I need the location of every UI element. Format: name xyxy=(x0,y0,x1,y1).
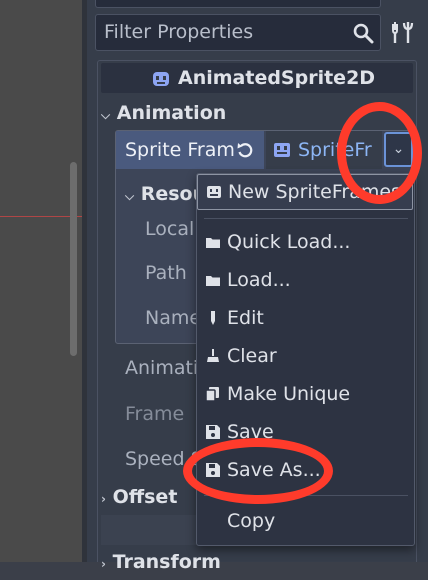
search-icon[interactable] xyxy=(352,22,374,44)
revert-icon[interactable] xyxy=(236,141,254,159)
menu-item-load[interactable]: Load... xyxy=(197,261,413,299)
menu-item-label: Make Unique xyxy=(227,383,351,405)
sprite-frames-label: Sprite Fram xyxy=(125,139,235,161)
chevron-right-icon: › xyxy=(101,557,106,571)
menu-separator xyxy=(204,218,408,219)
inspector-top-field[interactable] xyxy=(95,0,381,8)
menu-item-clear[interactable]: Clear xyxy=(197,337,413,375)
menu-item-make-unique[interactable]: Make Unique xyxy=(197,375,413,413)
menu-item-edit[interactable]: Edit xyxy=(197,299,413,337)
sprite-frames-resource-icon xyxy=(274,143,290,157)
spriteframes-icon xyxy=(207,186,221,198)
section-transform-label: Transform xyxy=(112,551,221,573)
node-title: AnimatedSprite2D xyxy=(178,67,376,89)
filter-tools-icon[interactable] xyxy=(391,19,415,45)
menu-item-copy[interactable]: Copy xyxy=(197,502,413,540)
resource-path-label: Path xyxy=(145,262,187,284)
animated-sprite-2d-icon xyxy=(153,72,169,86)
duplicate-icon xyxy=(205,387,219,402)
section-resource[interactable]: ⌵ Resou xyxy=(125,178,206,212)
chevron-down-icon: ⌵ xyxy=(101,108,111,122)
chevron-down-icon: ⌵ xyxy=(125,189,135,203)
menu-item-label: Clear xyxy=(227,345,277,367)
section-offset[interactable]: › Offset xyxy=(101,481,177,513)
resource-name-label: Name xyxy=(145,307,202,329)
frame-property-label: Frame xyxy=(125,403,185,425)
section-transform[interactable]: › Transform xyxy=(101,546,221,578)
section-offset-label: Offset xyxy=(112,486,178,508)
chevron-right-icon: › xyxy=(101,492,106,506)
resource-local-label: Local xyxy=(145,218,195,240)
menu-item-label: Edit xyxy=(227,307,264,329)
menu-item-label: Copy xyxy=(227,510,276,532)
annotation-circle-dropdown xyxy=(337,102,422,204)
annotation-circle-save-as xyxy=(183,438,333,504)
folder-icon xyxy=(206,238,220,248)
save-icon xyxy=(206,425,220,439)
section-animation-label: Animation xyxy=(116,102,227,124)
filter-properties-input[interactable]: Filter Properties xyxy=(95,14,381,51)
viewport-scrollbar[interactable] xyxy=(70,162,77,356)
folder-icon xyxy=(206,276,220,286)
menu-item-quick-load[interactable]: Quick Load... xyxy=(197,223,413,261)
pencil-icon xyxy=(211,311,215,325)
broom-icon xyxy=(207,349,219,362)
menu-item-label: Load... xyxy=(227,269,291,291)
menu-item-label: Quick Load... xyxy=(227,231,351,253)
section-animation[interactable]: ⌵ Animation xyxy=(101,97,226,129)
